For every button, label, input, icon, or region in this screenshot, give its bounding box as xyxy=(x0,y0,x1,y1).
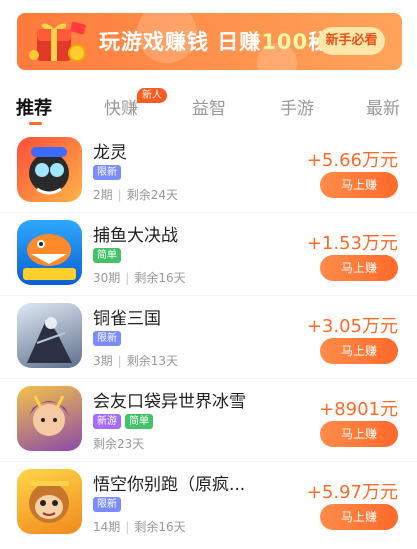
earn-now-button[interactable]: 马上赚 xyxy=(320,172,398,198)
tag-new-game: 新游 xyxy=(93,414,121,429)
tab-latest[interactable]: 最新 xyxy=(366,94,400,119)
dragon-game-icon xyxy=(17,137,82,202)
game-meta: 3期 | 剩余13天 xyxy=(93,354,178,368)
tag-limited-new: 限新 xyxy=(93,497,121,512)
reward-amount: +1.53万元 xyxy=(306,233,398,254)
game-tags: 限新 xyxy=(93,165,121,180)
earn-now-button[interactable]: 马上赚 xyxy=(320,255,398,281)
reward-amount: +5.97万元 xyxy=(306,482,398,503)
tag-limited-new: 限新 xyxy=(93,165,121,180)
earn-now-button[interactable]: 马上赚 xyxy=(320,338,398,364)
game-name: 龙灵 xyxy=(93,143,127,163)
category-tabs: 推荐 快赚 新人 益智 手游 最新 xyxy=(0,88,417,128)
game-row[interactable]: 龙灵 限新 2期 | 剩余24天 +5.66万元 马上赚 xyxy=(0,130,417,213)
fish-game-icon xyxy=(17,220,82,285)
tab-recommend[interactable]: 推荐 xyxy=(16,94,52,120)
game-name: 铜雀三国 xyxy=(93,309,161,329)
game-meta: 剩余23天 xyxy=(93,437,145,451)
game-name: 悟空你别跑（原疯... xyxy=(93,475,246,495)
tag-limited-new: 限新 xyxy=(93,331,121,346)
game-tags: 简单 xyxy=(93,248,121,263)
promo-banner[interactable]: 玩游戏赚钱 日赚100秘籍 新手必看 xyxy=(17,13,402,70)
active-tab-indicator xyxy=(29,122,42,125)
game-tags: 限新 xyxy=(93,497,121,512)
pocket-world-game-icon xyxy=(17,386,82,451)
earn-now-button[interactable]: 马上赚 xyxy=(320,504,398,530)
reward-amount: +5.66万元 xyxy=(306,150,398,171)
newbie-guide-button[interactable]: 新手必看 xyxy=(318,27,385,55)
game-meta: 30期 | 剩余16天 xyxy=(93,271,186,285)
game-name: 捕鱼大决战 xyxy=(93,226,178,246)
tab-mobile-games[interactable]: 手游 xyxy=(280,94,314,119)
game-row[interactable]: 捕鱼大决战 简单 30期 | 剩余16天 +1.53万元 马上赚 xyxy=(0,213,417,296)
tag-simple: 简单 xyxy=(93,248,121,263)
game-row[interactable]: 悟空你别跑（原疯... 限新 14期 | 剩余16天 +5.97万元 马上赚 xyxy=(0,462,417,545)
reward-amount: +8901元 xyxy=(319,399,398,420)
tab-quick-earn[interactable]: 快赚 xyxy=(104,94,138,119)
earn-now-button[interactable]: 马上赚 xyxy=(320,421,398,447)
new-user-badge: 新人 xyxy=(137,88,167,103)
game-tags: 新游 简单 xyxy=(93,414,153,429)
game-row[interactable]: 铜雀三国 限新 3期 | 剩余13天 +3.05万元 马上赚 xyxy=(0,296,417,379)
game-meta: 2期 | 剩余24天 xyxy=(93,188,178,202)
game-meta: 14期 | 剩余16天 xyxy=(93,520,186,534)
gift-box-icon xyxy=(29,21,86,62)
banner-title: 玩游戏赚钱 日赚100秘籍 xyxy=(99,30,351,54)
wukong-game-icon xyxy=(17,469,82,534)
reward-amount: +3.05万元 xyxy=(306,316,398,337)
game-name: 会友口袋异世界冰雪 xyxy=(93,392,246,412)
tab-puzzle[interactable]: 益智 xyxy=(192,94,226,119)
three-kingdoms-game-icon xyxy=(17,303,82,368)
game-row[interactable]: 会友口袋异世界冰雪 新游 简单 剩余23天 +8901元 马上赚 xyxy=(0,379,417,462)
tag-simple: 简单 xyxy=(125,414,153,429)
game-tags: 限新 xyxy=(93,331,121,346)
